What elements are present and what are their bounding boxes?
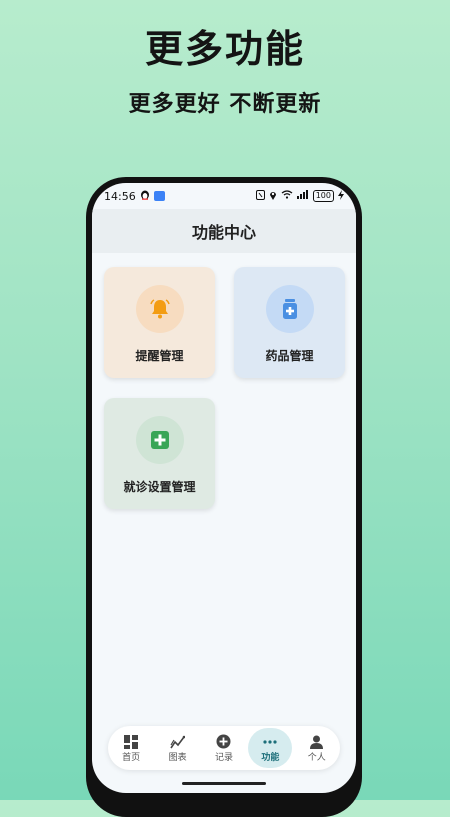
promo-title: 更多功能 [144,27,305,71]
tab-functions[interactable]: 功能 [248,728,293,768]
penguin-icon [140,189,150,203]
chart-icon [170,734,186,750]
tab-records[interactable]: 记录 [202,728,246,768]
app-bar: 功能中心 [92,209,356,253]
bottom-tab-bar: 首页 图表 记录 功能 个人 [108,726,340,770]
location-icon [269,190,277,203]
phone-screen: 14:56 100 功能中心 提醒管理 药品管理 就诊设置管理 首页 图表 记录… [92,183,356,793]
tab-profile[interactable]: 个人 [295,728,339,768]
signal-icon [296,190,309,202]
medical-cross-icon [135,416,184,464]
card-label: 提醒管理 [135,349,184,363]
more-dots-icon [263,734,277,750]
battery-indicator: 100 [312,190,334,202]
bell-icon [135,285,184,333]
dashboard-icon [124,734,139,750]
medicine-bottle-icon [265,285,314,333]
tab-label: 图表 [168,752,187,763]
card-label: 药品管理 [265,349,314,363]
reminder-management-card[interactable]: 提醒管理 [104,267,215,378]
status-time: 14:56 [104,189,136,203]
tab-label: 个人 [307,752,326,763]
page-title: 功能中心 [191,223,256,242]
promo-subtitle: 更多更好 不断更新 [128,92,322,117]
person-icon [310,734,324,750]
visit-settings-card[interactable]: 就诊设置管理 [104,398,215,509]
card-label: 就诊设置管理 [123,480,196,494]
tab-label: 首页 [122,752,141,763]
wifi-icon [281,190,293,202]
charging-icon [338,189,344,203]
tab-label: 记录 [214,752,233,763]
medicine-management-card[interactable]: 药品管理 [234,267,345,378]
status-bar: 14:56 100 [92,183,356,209]
home-indicator[interactable] [182,782,266,785]
app-notification-icon [153,191,165,201]
tab-home[interactable]: 首页 [109,728,153,768]
tab-chart[interactable]: 图表 [156,728,200,768]
tab-label: 功能 [261,752,280,763]
nfc-icon [255,189,265,203]
add-circle-icon [216,734,231,750]
